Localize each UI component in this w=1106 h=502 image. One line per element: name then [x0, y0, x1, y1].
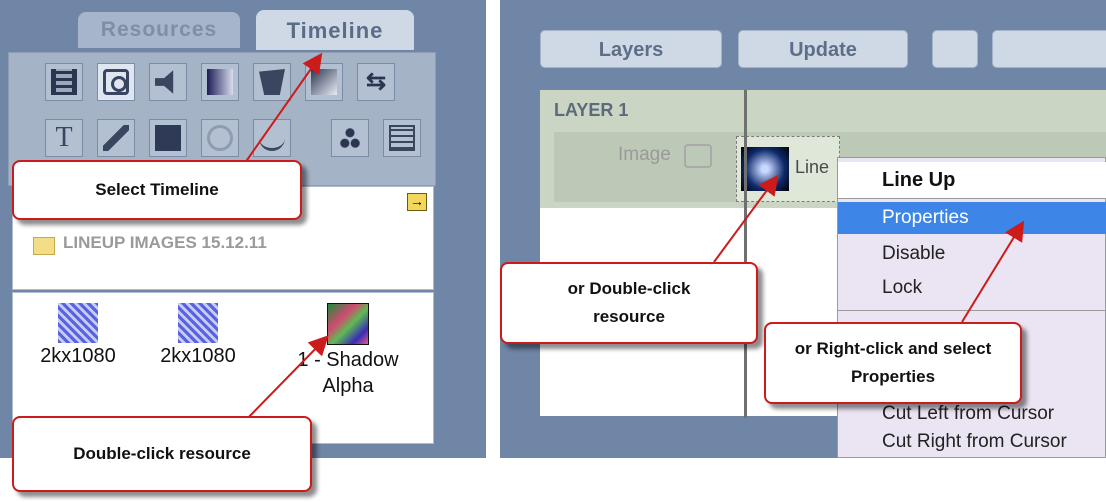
layers-button[interactable]: Layers — [540, 30, 722, 68]
resource-label: 1 - Shadow Alpha — [297, 349, 399, 397]
clip-thumbnail — [741, 147, 789, 191]
resource-label: 2kx1080 — [160, 345, 236, 367]
film-icon[interactable] — [45, 63, 83, 101]
menu-item-lock[interactable]: Lock — [838, 272, 1106, 304]
tab-timeline[interactable]: Timeline — [256, 10, 414, 50]
rectangle-icon[interactable] — [305, 63, 343, 101]
wave-icon[interactable] — [253, 119, 291, 157]
camera-icon[interactable] — [97, 63, 135, 101]
menu-item-cut-right[interactable]: Cut Right from Cursor — [838, 426, 1106, 458]
callout-double-click-resource: Double-click resource — [12, 416, 312, 492]
playhead-line[interactable] — [744, 90, 747, 418]
menu-divider — [838, 198, 1106, 199]
arrow-right-icon[interactable]: → — [407, 193, 427, 211]
layer-title: LAYER 1 — [554, 100, 629, 120]
callout-right-click-properties: or Right-click and select Properties — [764, 322, 1022, 404]
timeline-clip[interactable]: Line — [736, 136, 840, 202]
menu-divider — [838, 310, 1106, 311]
text-icon[interactable]: T — [45, 119, 83, 157]
speaker-icon[interactable] — [149, 63, 187, 101]
circle-icon[interactable] — [201, 119, 239, 157]
update-button[interactable]: Update — [738, 30, 908, 68]
resources-timeline-panel: Resources Timeline ⇆ T → LINEUP IMAGES 1… — [0, 0, 486, 458]
folder-name[interactable]: LINEUP IMAGES 15.12.11 — [63, 233, 267, 253]
callout-double-click-clip: or Double-click resource — [500, 262, 758, 344]
context-menu: Line Up Properties Disable Lock Cut Left… — [837, 157, 1106, 458]
folder-icon — [33, 237, 55, 255]
swap-icon[interactable]: ⇆ — [357, 63, 395, 101]
resource-item[interactable]: 2kx1080 — [143, 303, 253, 368]
pen-icon[interactable] — [97, 119, 135, 157]
blue-texture-thumbnail — [58, 303, 98, 343]
color-texture-thumbnail — [327, 303, 369, 345]
shape-icon[interactable] — [253, 63, 291, 101]
toolbar-button-blank[interactable] — [992, 30, 1106, 68]
callout-select-timeline: Select Timeline — [12, 160, 302, 220]
tab-resources[interactable]: Resources — [78, 12, 240, 48]
resource-item[interactable]: 1 - Shadow Alpha — [293, 303, 403, 399]
square-icon[interactable] — [149, 119, 187, 157]
list-icon[interactable] — [383, 119, 421, 157]
particles-icon[interactable] — [331, 119, 369, 157]
menu-item-properties[interactable]: Properties — [838, 202, 1106, 234]
context-menu-header: Line Up — [838, 162, 1106, 198]
layer-type-label: Image — [618, 144, 671, 165]
clip-label: Line — [795, 157, 830, 177]
menu-item-disable[interactable]: Disable — [838, 238, 1106, 270]
resource-item[interactable]: 2kx1080 — [23, 303, 133, 368]
gradient-icon[interactable] — [201, 63, 239, 101]
camera-icon — [684, 144, 712, 168]
toolbar-button-blank[interactable] — [932, 30, 978, 68]
resource-label: 2kx1080 — [40, 345, 116, 367]
blue-texture-thumbnail — [178, 303, 218, 343]
